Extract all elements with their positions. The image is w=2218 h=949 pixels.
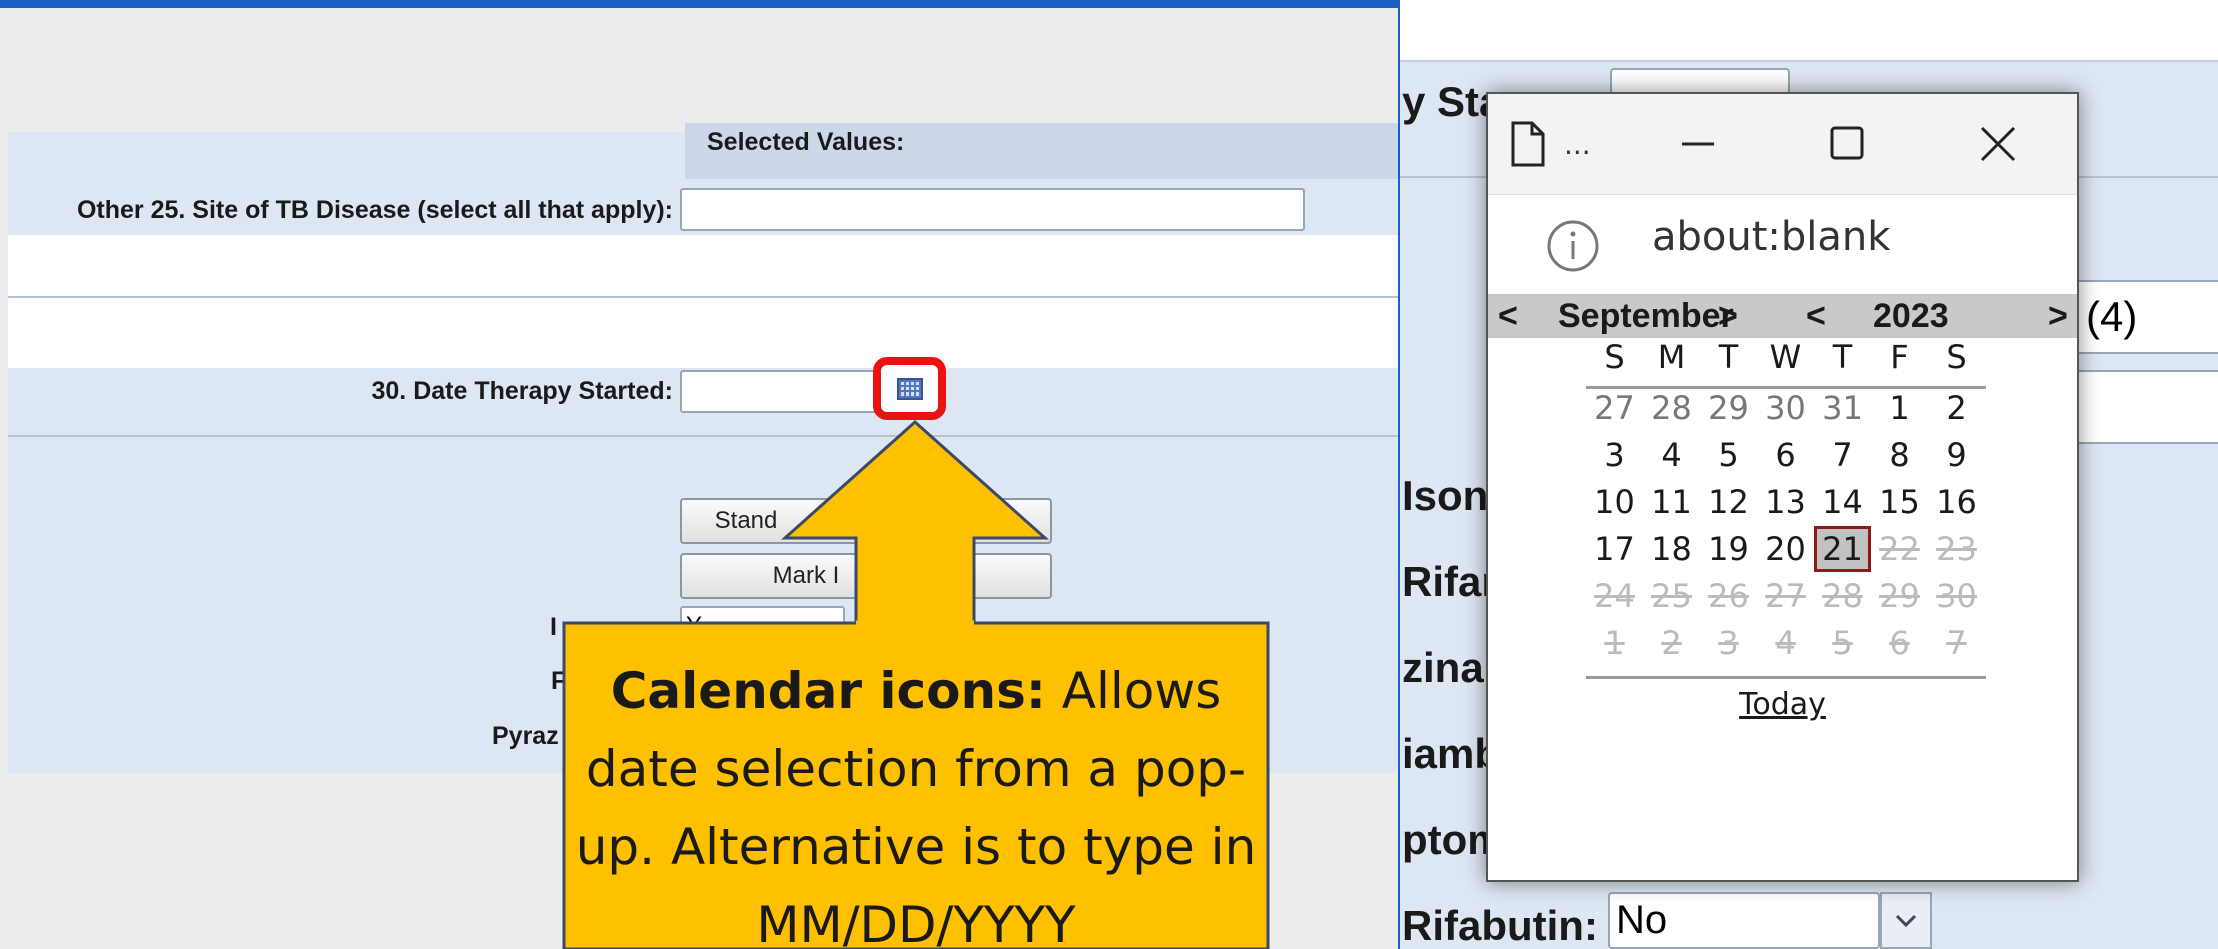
rifabutin-dropdown-button[interactable] (1880, 892, 1932, 949)
calendar-day[interactable]: 7 (1814, 432, 1871, 478)
calendar-day[interactable]: 18 (1643, 526, 1700, 572)
calendar-day: 23 (1936, 530, 1977, 568)
calendar-day: 26 (1708, 577, 1749, 615)
calendar-day[interactable]: 1 (1871, 385, 1928, 431)
calendar-day[interactable]: 28 (1643, 385, 1700, 431)
top-accent-bar (0, 0, 1398, 8)
calendar-day[interactable]: 12 (1700, 479, 1757, 525)
calendar-day: 25 (1651, 577, 1692, 615)
info-icon[interactable] (1546, 219, 1600, 273)
calendar-day[interactable]: 9 (1928, 432, 1985, 478)
calendar-day: 3 (1718, 624, 1739, 662)
calendar-day[interactable]: 31 (1814, 385, 1871, 431)
selected-values-label: Selected Values: (707, 128, 905, 156)
prev-year-button[interactable]: < (1806, 294, 1826, 338)
calendar-day[interactable]: 5 (1700, 432, 1757, 478)
year-label: 2023 (1873, 297, 1949, 335)
pyrazinamide-label-partial: Pyraz (492, 722, 559, 750)
popup-titlebar: ... (1488, 94, 2077, 194)
chevron-down-icon (1895, 914, 1917, 927)
calendar-day[interactable]: 29 (1700, 385, 1757, 431)
calendar-day[interactable]: 19 (1700, 526, 1757, 572)
calendar-day[interactable]: 3 (1586, 432, 1643, 478)
calendar-day[interactable]: 15 (1871, 479, 1928, 525)
calendar-day: 30 (1936, 577, 1977, 615)
maximize-icon[interactable] (1828, 124, 1866, 162)
blank-row (8, 235, 1398, 297)
blank-row (8, 298, 1398, 368)
calendar-day[interactable]: 27 (1586, 385, 1643, 431)
month-label: September (1558, 297, 1734, 335)
calendar-day[interactable]: 17 (1586, 526, 1643, 572)
right-input[interactable] (2070, 370, 2218, 444)
weekday-header: W (1769, 338, 1802, 376)
weekday-header: M (1657, 338, 1686, 376)
callout-text: Calendar icons: Allows date selection fr… (575, 662, 1257, 949)
date-therapy-started-input[interactable] (680, 370, 880, 413)
calendar-day: 1 (1604, 624, 1625, 662)
calendar-day: 29 (1879, 577, 1920, 615)
date-therapy-started-label: 30. Date Therapy Started: (371, 377, 674, 405)
calendar-divider (1586, 386, 1986, 389)
calendar-day: 6 (1889, 624, 1910, 662)
page-icon (1511, 121, 1545, 167)
minimize-icon[interactable] (1678, 132, 1718, 156)
weekday-header: T (1832, 338, 1853, 376)
calendar-day: 22 (1879, 530, 1920, 568)
prev-month-button[interactable]: < (1498, 294, 1518, 338)
calendar-day: 24 (1594, 577, 1635, 615)
today-link[interactable]: Today (1488, 687, 2077, 722)
weekday-header: F (1890, 338, 1909, 376)
isoniazid-label-partial: I (550, 613, 557, 641)
close-icon[interactable] (1978, 124, 2018, 164)
next-month-button[interactable]: > (1718, 294, 1738, 338)
calendar-day-selected[interactable]: 21 (1814, 526, 1871, 572)
popup-title: ... (1564, 128, 1591, 161)
calendar-day[interactable]: 20 (1757, 526, 1814, 572)
calendar-day: 4 (1775, 624, 1796, 662)
calendar-day[interactable]: 6 (1757, 432, 1814, 478)
site-count-select[interactable]: (4) (2070, 280, 2218, 354)
calendar-divider (1586, 676, 1986, 679)
calendar-day: 7 (1946, 624, 1967, 662)
right-top-strip (1400, 0, 2218, 62)
calendar-day[interactable]: 14 (1814, 479, 1871, 525)
calendar-day: 27 (1765, 577, 1806, 615)
calendar-day[interactable]: 4 (1643, 432, 1700, 478)
calendar-day[interactable]: 30 (1757, 385, 1814, 431)
calendar-day[interactable]: 13 (1757, 479, 1814, 525)
calendar-day[interactable]: 2 (1928, 385, 1985, 431)
next-year-button[interactable]: > (2048, 294, 2068, 338)
calendar-popup-window: ... about:blank < September > < 2023 > S… (1486, 92, 2079, 882)
rifabutin-label: Rifabutin: (1402, 902, 1598, 949)
calendar-day[interactable]: 8 (1871, 432, 1928, 478)
calendar-day[interactable]: 11 (1643, 479, 1700, 525)
calendar-icon[interactable] (873, 357, 946, 420)
calendar-day: 5 (1832, 624, 1853, 662)
popup-address-text: about:blank (1652, 214, 1891, 260)
weekday-header: S (1946, 338, 1967, 376)
calendar-day: 28 (1822, 577, 1863, 615)
left-form-panel: Selected Values: Other 25. Site of TB Di… (0, 0, 1398, 949)
rifabutin-select[interactable]: No (1608, 892, 1880, 949)
site-of-tb-label: Other 25. Site of TB Disease (select all… (76, 196, 673, 224)
calendar-day[interactable]: 10 (1586, 479, 1643, 525)
weekday-header: S (1604, 338, 1625, 376)
rifampin-label-partial: Rifar (1402, 558, 1498, 605)
weekday-header: T (1718, 338, 1739, 376)
calendar-day[interactable]: 16 (1928, 479, 1985, 525)
calendar-day: 2 (1661, 624, 1682, 662)
site-of-tb-input[interactable] (680, 188, 1305, 231)
